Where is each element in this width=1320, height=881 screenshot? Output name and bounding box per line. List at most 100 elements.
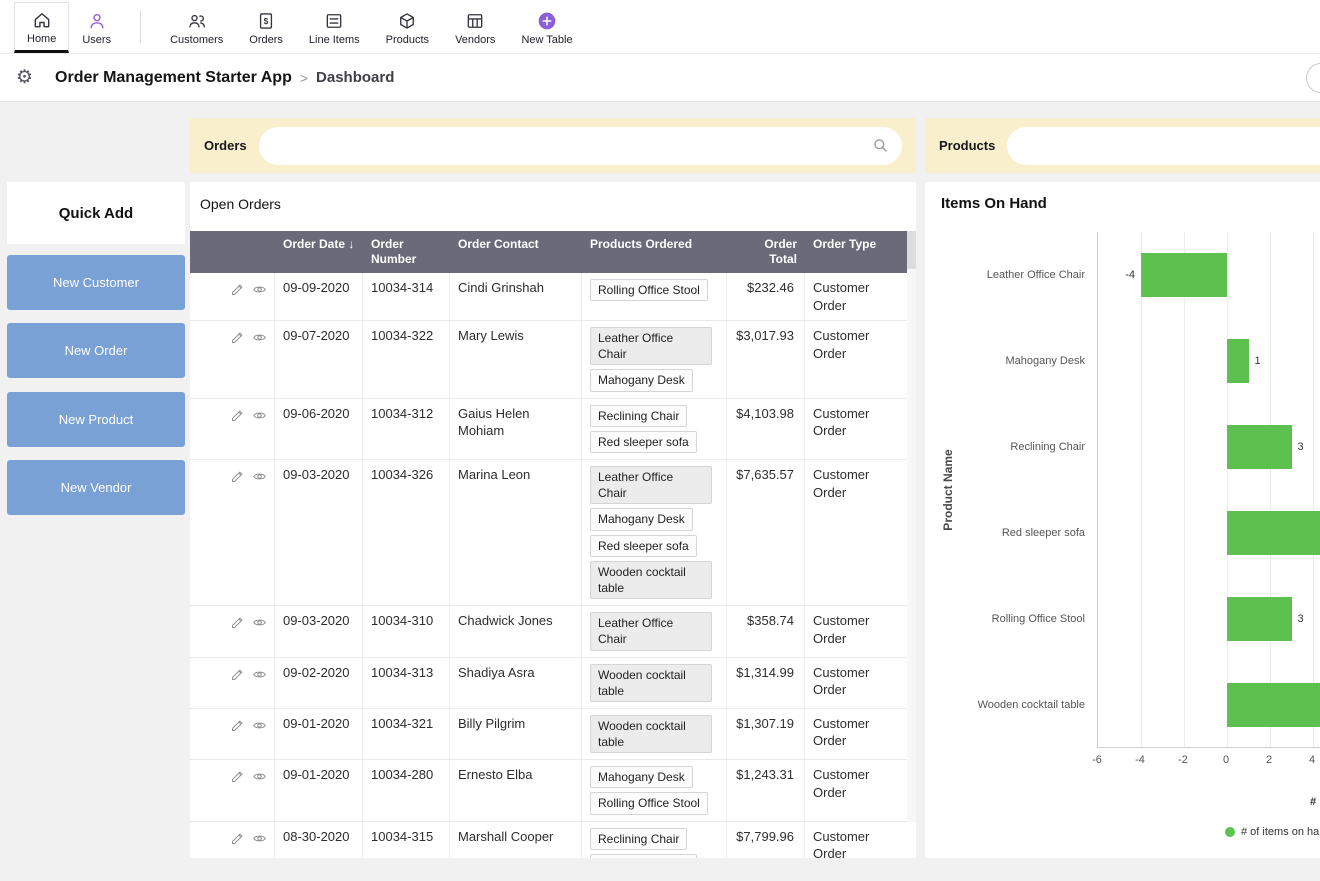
bar-value-label: 3 bbox=[1298, 576, 1304, 662]
order-type-cell: Customer Order bbox=[805, 321, 907, 398]
breadcrumb-bar: ⚙ Order Management Starter App > Dashboa… bbox=[0, 54, 1320, 102]
chart-bar[interactable] bbox=[1227, 511, 1320, 555]
table-row[interactable]: 09-02-202010034-313Shadiya AsraWooden co… bbox=[190, 658, 907, 709]
x-tick-label: -2 bbox=[1178, 754, 1188, 766]
edit-pencil-icon[interactable] bbox=[230, 469, 245, 484]
tab-customers[interactable]: Customers bbox=[157, 2, 236, 53]
tab-label: Vendors bbox=[455, 34, 495, 46]
order-number-cell: 10034-315 bbox=[363, 822, 450, 858]
column-products-ordered[interactable]: Products Ordered bbox=[582, 231, 727, 273]
orders-search-panel: Orders bbox=[190, 118, 916, 173]
edit-pencil-icon[interactable] bbox=[230, 408, 245, 423]
product-chip: Wooden cocktail table bbox=[590, 561, 712, 599]
gear-icon[interactable]: ⚙ bbox=[16, 68, 33, 87]
column-order-date[interactable]: Order Date ↓ bbox=[275, 231, 363, 273]
view-eye-icon[interactable] bbox=[252, 615, 267, 630]
new-vendor-button[interactable]: New Vendor bbox=[7, 460, 185, 515]
products-ordered-cell: Wooden cocktail table bbox=[582, 709, 727, 759]
table-row[interactable]: 09-06-202010034-312Gaius Helen MohiamRec… bbox=[190, 399, 907, 460]
edit-pencil-icon[interactable] bbox=[230, 667, 245, 682]
products-search-input[interactable] bbox=[1007, 127, 1320, 165]
edit-pencil-icon[interactable] bbox=[230, 769, 245, 784]
column-order-number[interactable]: Order Number bbox=[363, 231, 450, 273]
product-chip: Wooden cocktail table bbox=[590, 715, 712, 753]
orders-search-input[interactable] bbox=[259, 127, 902, 165]
order-date-cell: 09-06-2020 bbox=[275, 399, 363, 459]
breadcrumb-separator: > bbox=[300, 70, 308, 86]
edit-pencil-icon[interactable] bbox=[230, 615, 245, 630]
order-contact-cell: Chadwick Jones bbox=[450, 606, 582, 656]
tab-orders[interactable]: $ Orders bbox=[236, 2, 296, 53]
view-eye-icon[interactable] bbox=[252, 831, 267, 846]
table-row[interactable]: 09-03-202010034-310Chadwick JonesLeather… bbox=[190, 606, 907, 657]
open-orders-title: Open Orders bbox=[200, 196, 281, 212]
new-customer-button[interactable]: New Customer bbox=[7, 255, 185, 310]
view-eye-icon[interactable] bbox=[252, 667, 267, 682]
table-row[interactable]: 09-03-202010034-326Marina LeonLeather Of… bbox=[190, 460, 907, 606]
y-category-label: Leather Office Chair bbox=[925, 232, 1085, 318]
table-row[interactable]: 09-09-202010034-314Cindi GrinshahRolling… bbox=[190, 273, 907, 321]
svg-text:$: $ bbox=[264, 16, 269, 26]
products-search-panel: Products bbox=[925, 118, 1320, 173]
table-row[interactable]: 08-30-202010034-315Marshall CooperReclin… bbox=[190, 822, 907, 858]
tab-new-table[interactable]: New Table bbox=[508, 2, 585, 53]
table-row[interactable]: 09-07-202010034-322Mary LewisLeather Off… bbox=[190, 321, 907, 399]
chart-bar[interactable] bbox=[1227, 339, 1249, 383]
view-eye-icon[interactable] bbox=[252, 282, 267, 297]
column-order-type[interactable]: Order Type bbox=[805, 231, 907, 273]
tab-users[interactable]: Users bbox=[69, 2, 124, 53]
x-tick-label: 2 bbox=[1266, 754, 1272, 766]
scrollbar-track[interactable] bbox=[907, 269, 916, 822]
tab-label: Products bbox=[386, 34, 429, 46]
app-window: Home Users Customers $ Orders Line Items bbox=[0, 0, 1320, 881]
tab-home[interactable]: Home bbox=[14, 2, 69, 53]
orders-dollar-icon: $ bbox=[256, 11, 276, 31]
view-eye-icon[interactable] bbox=[252, 718, 267, 733]
edge-circle-button[interactable] bbox=[1306, 63, 1320, 93]
view-eye-icon[interactable] bbox=[252, 469, 267, 484]
order-total-cell: $232.46 bbox=[727, 273, 805, 320]
tab-line-items[interactable]: Line Items bbox=[296, 2, 373, 53]
product-chip: Leather Office Chair bbox=[590, 612, 712, 650]
y-category-label: Mahogany Desk bbox=[925, 318, 1085, 404]
order-contact-cell: Marina Leon bbox=[450, 460, 582, 605]
tab-vendors[interactable]: Vendors bbox=[442, 2, 508, 53]
products-ordered-cell: Rolling Office Stool bbox=[582, 273, 727, 320]
new-product-button[interactable]: New Product bbox=[7, 392, 185, 447]
x-tick-label: -4 bbox=[1135, 754, 1145, 766]
product-chip: Mahogany Desk bbox=[590, 766, 693, 788]
items-on-hand-card: Items On Hand Product Name Leather Offic… bbox=[925, 182, 1320, 858]
chart-bar[interactable] bbox=[1227, 683, 1320, 727]
top-navigation: Home Users Customers $ Orders Line Items bbox=[0, 0, 1320, 54]
order-type-cell: Customer Order bbox=[805, 658, 907, 708]
y-category-label: Reclining Chair bbox=[925, 404, 1085, 490]
order-date-cell: 09-03-2020 bbox=[275, 606, 363, 656]
order-number-cell: 10034-310 bbox=[363, 606, 450, 656]
chart-bar[interactable] bbox=[1141, 253, 1227, 297]
order-type-cell: Customer Order bbox=[805, 460, 907, 605]
edit-pencil-icon[interactable] bbox=[230, 282, 245, 297]
bar-value-label: 1 bbox=[1255, 318, 1261, 404]
view-eye-icon[interactable] bbox=[252, 330, 267, 345]
line-items-icon bbox=[324, 11, 344, 31]
chart-bar[interactable] bbox=[1227, 597, 1292, 641]
column-order-total[interactable]: Order Total bbox=[727, 231, 805, 273]
edit-pencil-icon[interactable] bbox=[230, 718, 245, 733]
products-ordered-cell: Leather Office Chair bbox=[582, 606, 727, 656]
gridline bbox=[1184, 232, 1185, 747]
app-title[interactable]: Order Management Starter App bbox=[55, 69, 292, 87]
new-order-button[interactable]: New Order bbox=[7, 323, 185, 378]
product-chip: Rolling Office Stool bbox=[590, 792, 708, 814]
column-order-contact[interactable]: Order Contact bbox=[450, 231, 582, 273]
tab-products[interactable]: Products bbox=[373, 2, 442, 53]
edit-pencil-icon[interactable] bbox=[230, 330, 245, 345]
table-row[interactable]: 09-01-202010034-280Ernesto ElbaMahogany … bbox=[190, 760, 907, 821]
view-eye-icon[interactable] bbox=[252, 408, 267, 423]
table-row[interactable]: 09-01-202010034-321Billy PilgrimWooden c… bbox=[190, 709, 907, 760]
view-eye-icon[interactable] bbox=[252, 769, 267, 784]
edit-pencil-icon[interactable] bbox=[230, 831, 245, 846]
tab-label: Orders bbox=[249, 34, 283, 46]
order-number-cell: 10034-280 bbox=[363, 760, 450, 820]
product-chip: Red sleeper sofa bbox=[590, 854, 697, 858]
chart-bar[interactable] bbox=[1227, 425, 1292, 469]
